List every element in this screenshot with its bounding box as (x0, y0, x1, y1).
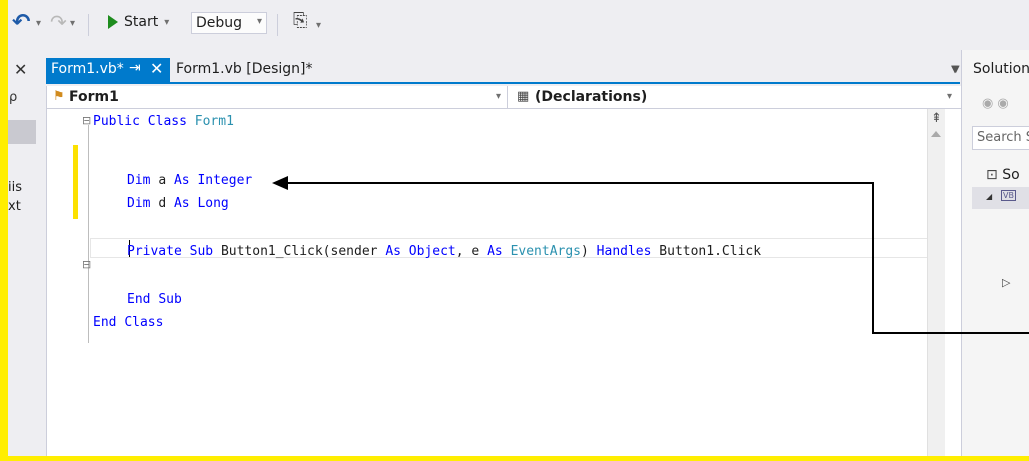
project-node[interactable]: ◢ VB (972, 187, 1029, 209)
start-label: Start (124, 14, 159, 30)
pin-icon[interactable]: ⇥ (129, 60, 141, 76)
chevron-down-icon: ▾ (495, 91, 501, 102)
code-line: Public Class Form1 (93, 114, 234, 129)
left-panel-text: iis (8, 180, 22, 195)
play-icon (108, 15, 118, 29)
toolbar-separator (277, 14, 278, 36)
solution-icon: ⊡ (986, 167, 998, 183)
scroll-up-icon[interactable] (931, 131, 941, 137)
chevron-down-icon: ▾ (256, 16, 262, 27)
navigation-bar: ⚑ Form1 ▾ ▦ (Declarations) ▾ (47, 86, 962, 109)
search-icon[interactable]: ρ (9, 90, 17, 105)
toolbar: ↶ ▾ ↷ ▾ Start ▾ Debug ▾ ⎘ ▾ (8, 0, 1029, 50)
change-indicator-bar (73, 145, 78, 219)
chevron-right-icon[interactable]: ▷ (1002, 276, 1010, 289)
undo-dropdown-icon[interactable]: ▾ (36, 18, 41, 29)
toolbar-overflow-icon[interactable]: ▾ (316, 20, 321, 31)
collapse-icon[interactable]: ⊟ (82, 259, 91, 270)
close-icon[interactable]: ✕ (14, 60, 27, 79)
code-line: Private Sub Button1_Click(sender As Obje… (127, 244, 762, 259)
expand-icon[interactable]: ◢ (986, 192, 992, 201)
code-line: Dim a As Integer (127, 173, 253, 188)
close-tab-icon[interactable]: ✕ (150, 59, 163, 78)
start-button[interactable]: Start ▾ (108, 14, 169, 30)
start-dropdown-icon[interactable]: ▾ (164, 17, 169, 28)
configuration-select[interactable]: Debug ▾ (191, 12, 267, 34)
panel-dropdown-icon[interactable]: ▼ (952, 64, 960, 75)
solution-node[interactable]: ⊡ So (986, 167, 1020, 183)
outline-guide (88, 125, 89, 343)
member-dropdown-value: (Declarations) (535, 89, 648, 105)
code-line: End Sub (127, 292, 182, 307)
code-line: Dim d As Long (127, 196, 229, 211)
redo-dropdown-icon[interactable]: ▾ (70, 18, 75, 29)
code-text-area[interactable]: ⊟ ⊟ Public Class Form1 Dim a As Integer … (47, 109, 944, 456)
code-editor[interactable]: ⚑ Form1 ▾ ▦ (Declarations) ▾ ⊟ ⊟ Public … (46, 86, 962, 456)
tab-label: Form1.vb* (51, 61, 124, 77)
left-panel-text: xt (8, 199, 21, 214)
configuration-value: Debug (196, 15, 243, 31)
solution-explorer-title: Solution (973, 61, 1029, 77)
undo-icon[interactable]: ↶ (12, 10, 30, 35)
tab-underline (46, 82, 960, 84)
left-panel-selected-item[interactable] (8, 120, 36, 144)
tab-form1-design[interactable]: Form1.vb [Design]* (176, 61, 313, 77)
yellow-highlight-bottom (0, 456, 1029, 461)
chevron-down-icon: ▾ (947, 91, 953, 102)
solution-node-label: So (1002, 167, 1020, 183)
vertical-scrollbar[interactable]: ⇞ (927, 109, 945, 456)
class-icon: ⚑ (53, 89, 65, 104)
yellow-highlight-left (0, 0, 8, 461)
back-forward-icon[interactable]: ◉◉ (982, 96, 1013, 111)
class-dropdown[interactable]: ⚑ Form1 ▾ (47, 86, 508, 108)
tab-form1-vb[interactable]: Form1.vb* ⇥ ✕ (46, 58, 170, 82)
code-line: End Class (93, 315, 164, 330)
toolbar-separator (88, 14, 89, 36)
declarations-icon: ▦ (517, 89, 530, 104)
vb-project-icon: VB (1001, 190, 1016, 201)
search-placeholder: Search S (977, 130, 1029, 145)
redo-icon[interactable]: ↷ (50, 10, 67, 34)
solution-search-input[interactable]: Search S (972, 126, 1029, 150)
solution-explorer: ▼ Solution ◉◉ Search S ⊡ So ◢ VB ▷ (952, 50, 1029, 456)
find-in-files-icon[interactable]: ⎘ (293, 10, 307, 31)
class-dropdown-value: Form1 (69, 89, 119, 105)
split-view-icon[interactable]: ⇞ (931, 111, 942, 126)
collapse-icon[interactable]: ⊟ (82, 115, 91, 126)
